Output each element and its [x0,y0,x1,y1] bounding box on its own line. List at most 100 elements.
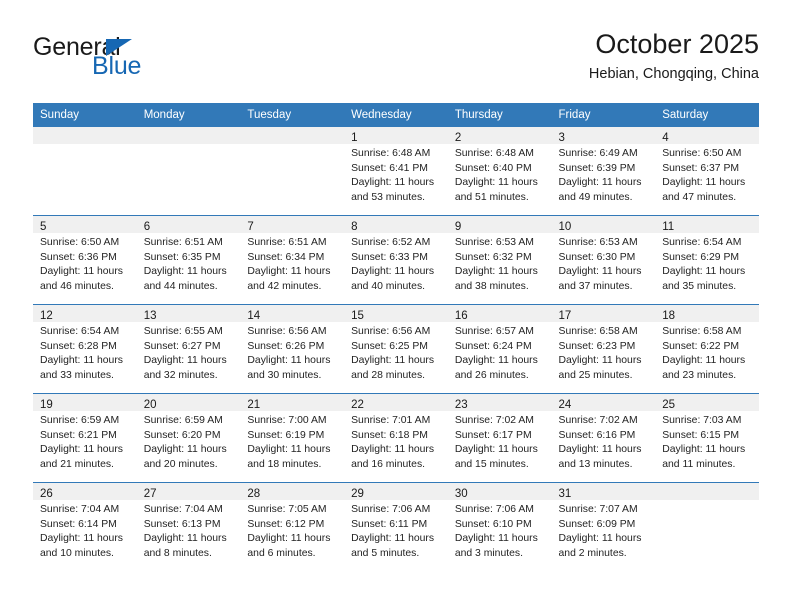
day-number: 8 [351,221,358,233]
day-cell-content[interactable]: 14 Sunrise: 6:56 AM Sunset: 6:26 PM Dayligh… [240,305,345,393]
daylight-text-line2: and 8 minutes. [143,547,212,559]
daylight-text-line1: Daylight: 11 hours [351,266,435,278]
calendar-day-cell: 8 Sunrise: 6:52 AM Sunset: 6:33 PM Daylight… [344,215,448,305]
calendar-day-cell: 10 Sunrise: 6:53 AM Sunset: 6:30 PM Dayligh… [551,215,656,305]
daynum-band: 16 [447,305,552,322]
day-cell-content[interactable]: 6 Sunrise: 6:51 AM Sunset: 6:35 PM Daylight… [136,216,241,304]
day-cell-content[interactable]: 23 Sunrise: 7:02 AM Sunset: 6:17 PM Dayligh… [447,394,552,482]
daynum-band: 23 [447,394,552,411]
day-cell-content[interactable]: 3 Sunrise: 6:49 AM Sunset: 6:39 PM Daylight… [551,127,656,215]
weekday-header-friday: Friday [551,103,656,127]
daynum-band: 24 [551,394,656,411]
day-cell-content[interactable]: 11 Sunrise: 6:54 AM Sunset: 6:29 PM Dayligh… [655,216,759,304]
daylight-text-line1: Daylight: 11 hours [247,444,331,456]
weekday-header-saturday: Saturday [655,103,759,127]
daynum-band: 25 [655,394,759,411]
calendar-day-cell: 25 Sunrise: 7:03 AM Sunset: 6:15 PM Dayligh… [655,393,759,483]
day-cell-content[interactable]: 20 Sunrise: 6:59 AM Sunset: 6:20 PM Dayligh… [136,394,241,482]
sunset-text: Sunset: 6:29 PM [662,251,740,263]
daylight-text-line1: Daylight: 11 hours [40,355,123,367]
daylight-text-line1: Daylight: 11 hours [247,266,331,278]
daylight-text-line1: Daylight: 11 hours [662,355,746,367]
day-cell-content[interactable]: 16 Sunrise: 6:57 AM Sunset: 6:24 PM Dayligh… [447,305,552,393]
calendar-day-cell: 11 Sunrise: 6:54 AM Sunset: 6:29 PM Dayligh… [655,215,759,305]
daynum-band: 13 [136,305,241,322]
daynum-band: 8 [344,216,448,233]
daynum-band: 15 [344,305,448,322]
day-cell-content[interactable]: 5 Sunrise: 6:50 AM Sunset: 6:36 PM Daylight… [33,216,137,304]
daylight-text-line1: Daylight: 11 hours [351,533,435,545]
empty-daynum-band [136,127,241,144]
day-cell-content[interactable]: 13 Sunrise: 6:55 AM Sunset: 6:27 PM Dayligh… [136,305,241,393]
calendar-week-row: 1 Sunrise: 6:48 AM Sunset: 6:41 PM Daylight… [33,127,759,216]
sunset-text: Sunset: 6:11 PM [351,518,428,530]
sunrise-text: Sunrise: 7:06 AM [454,504,534,515]
day-cell-content[interactable]: 27 Sunrise: 7:04 AM Sunset: 6:13 PM Dayligh… [136,483,241,571]
sunset-text: Sunset: 6:28 PM [40,340,117,352]
day-number: 10 [558,221,572,233]
daynum-band: 27 [136,483,241,500]
sunrise-text: Sunrise: 6:58 AM [558,326,638,337]
daylight-text-line1: Daylight: 11 hours [454,444,538,456]
daynum-band: 26 [33,483,137,500]
day-cell-content[interactable]: 1 Sunrise: 6:48 AM Sunset: 6:41 PM Daylight… [344,127,448,215]
empty-daynum-band [240,127,345,144]
day-cell-content[interactable]: 25 Sunrise: 7:03 AM Sunset: 6:15 PM Dayligh… [655,394,759,482]
daylight-text-line1: Daylight: 11 hours [454,177,538,189]
day-cell-content[interactable]: 9 Sunrise: 6:53 AM Sunset: 6:32 PM Daylight… [447,216,552,304]
day-details: Sunrise: 7:00 AM Sunset: 6:19 PM Daylight:… [240,411,344,472]
day-cell-content[interactable]: 10 Sunrise: 6:53 AM Sunset: 6:30 PM Dayligh… [551,216,656,304]
day-cell-content[interactable]: 18 Sunrise: 6:58 AM Sunset: 6:22 PM Dayligh… [655,305,759,393]
day-cell-content[interactable]: 28 Sunrise: 7:05 AM Sunset: 6:12 PM Dayligh… [240,483,345,571]
weekday-header-thursday: Thursday [447,103,552,127]
daynum-band: 14 [240,305,345,322]
daynum-band: 21 [240,394,345,411]
day-number: 19 [40,399,53,411]
daylight-text-line2: and 35 minutes. [662,280,737,292]
day-cell-content[interactable]: 19 Sunrise: 6:59 AM Sunset: 6:21 PM Dayligh… [33,394,137,482]
day-cell-content[interactable]: 17 Sunrise: 6:58 AM Sunset: 6:23 PM Dayligh… [551,305,656,393]
day-number: 6 [143,221,151,233]
calendar-day-cell: 13 Sunrise: 6:55 AM Sunset: 6:27 PM Dayligh… [136,304,241,394]
daylight-text-line2: and 32 minutes. [143,369,218,381]
daynum-band: 30 [447,483,552,500]
empty-day [240,127,345,215]
sunset-text: Sunset: 6:15 PM [662,429,740,441]
sunset-text: Sunset: 6:30 PM [558,251,636,263]
day-cell-content[interactable]: 24 Sunrise: 7:02 AM Sunset: 6:16 PM Dayligh… [551,394,656,482]
brand-logo[interactable]: General Blue [33,34,233,86]
daylight-text-line2: and 47 minutes. [662,191,737,203]
day-cell-content[interactable]: 8 Sunrise: 6:52 AM Sunset: 6:33 PM Daylight… [344,216,448,304]
empty-daynum-band [33,127,137,144]
weekday-header-sunday: Sunday [33,103,137,127]
daylight-text-line2: and 11 minutes. [662,458,736,470]
day-number: 21 [247,399,261,411]
daylight-text-line1: Daylight: 11 hours [454,266,538,278]
day-cell-content[interactable]: 31 Sunrise: 7:07 AM Sunset: 6:09 PM Dayligh… [551,483,656,571]
daynum-band: 6 [136,216,241,233]
day-cell-content[interactable]: 29 Sunrise: 7:06 AM Sunset: 6:11 PM Dayligh… [344,483,448,571]
calendar-day-cell: 22 Sunrise: 7:01 AM Sunset: 6:18 PM Dayligh… [344,393,448,483]
sunrise-text: Sunrise: 6:53 AM [454,237,534,248]
day-cell-content[interactable]: 2 Sunrise: 6:48 AM Sunset: 6:40 PM Daylight… [447,127,552,215]
sunrise-text: Sunrise: 7:02 AM [558,415,638,426]
calendar-day-cell: 21 Sunrise: 7:00 AM Sunset: 6:19 PM Dayligh… [240,393,345,483]
day-cell-content[interactable]: 26 Sunrise: 7:04 AM Sunset: 6:14 PM Dayligh… [33,483,137,571]
daylight-text-line2: and 15 minutes. [454,458,529,470]
sunset-text: Sunset: 6:40 PM [454,162,532,174]
sunset-text: Sunset: 6:32 PM [454,251,532,263]
calendar-page: General Blue October 2025 Hebian, Chongq… [0,0,792,612]
day-cell-content[interactable]: 30 Sunrise: 7:06 AM Sunset: 6:10 PM Dayligh… [447,483,552,571]
day-cell-content[interactable]: 22 Sunrise: 7:01 AM Sunset: 6:18 PM Dayligh… [344,394,448,482]
day-details: Sunrise: 6:59 AM Sunset: 6:21 PM Daylight:… [33,411,137,472]
day-cell-content[interactable]: 12 Sunrise: 6:54 AM Sunset: 6:28 PM Dayligh… [33,305,137,393]
day-cell-content[interactable]: 4 Sunrise: 6:50 AM Sunset: 6:37 PM Daylight… [655,127,759,215]
day-details: Sunrise: 6:59 AM Sunset: 6:20 PM Daylight:… [137,411,241,472]
sunset-text: Sunset: 6:33 PM [351,251,428,263]
day-cell-content[interactable]: 15 Sunrise: 6:56 AM Sunset: 6:25 PM Dayligh… [344,305,448,393]
calendar-day-cell: 9 Sunrise: 6:53 AM Sunset: 6:32 PM Daylight… [447,215,552,305]
calendar-week-row: 19 Sunrise: 6:59 AM Sunset: 6:21 PM Dayligh… [33,393,759,483]
day-cell-content[interactable]: 21 Sunrise: 7:00 AM Sunset: 6:19 PM Dayligh… [240,394,345,482]
day-cell-content[interactable]: 7 Sunrise: 6:51 AM Sunset: 6:34 PM Daylight… [240,216,345,304]
title-block: October 2025 Hebian, Chongqing, China [589,28,759,84]
